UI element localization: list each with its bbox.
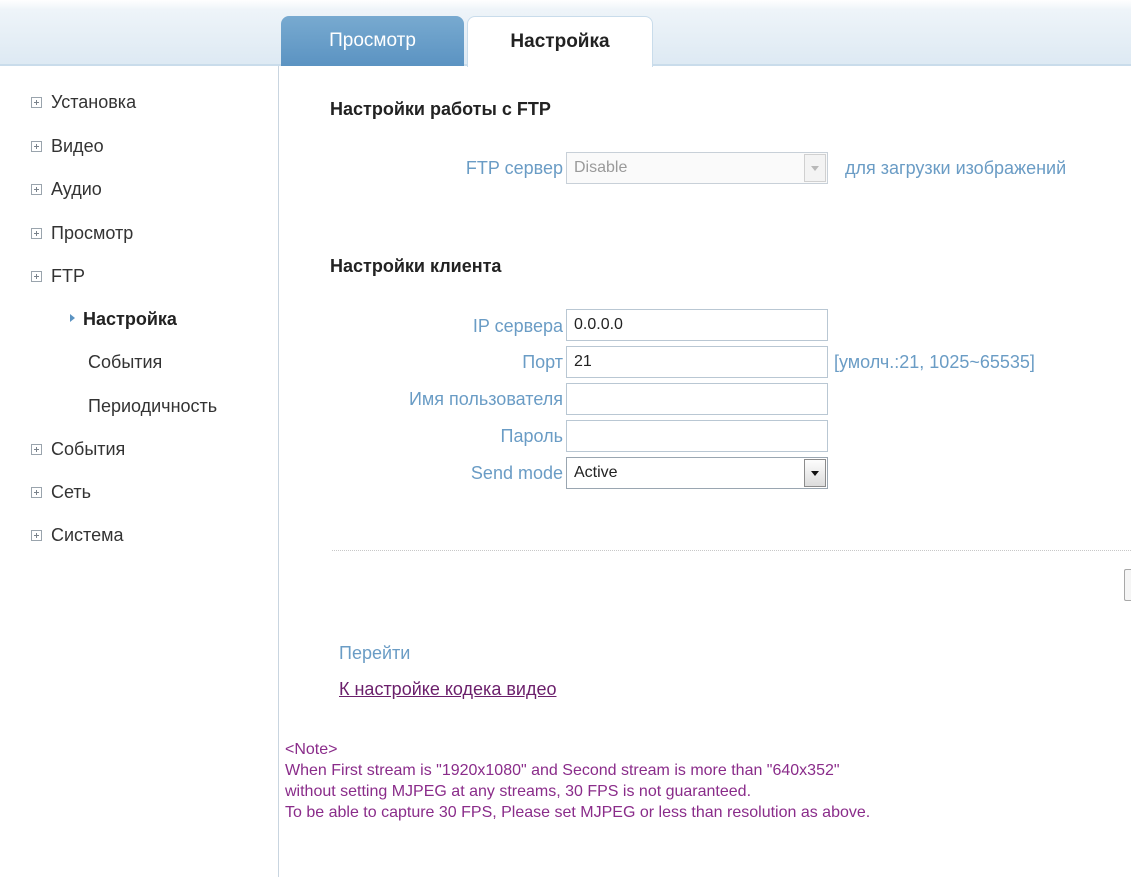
sidebar-subitem-ftp-settings[interactable]: Настройка — [70, 309, 177, 330]
tab-view[interactable]: Просмотр — [281, 16, 464, 66]
expand-icon — [31, 443, 42, 455]
password-label: Пароль — [500, 426, 563, 446]
expand-icon — [31, 270, 42, 282]
password-input[interactable] — [566, 420, 828, 452]
note-line: To be able to capture 30 FPS, Please set… — [285, 804, 871, 821]
expand-icon — [31, 183, 42, 195]
sidebar-item-label: Просмотр — [51, 223, 134, 243]
send-mode-value: Active — [574, 464, 618, 481]
sidebar-subitem-ftp-events[interactable]: События — [88, 352, 162, 373]
note-heading: <Note> — [285, 741, 338, 758]
username-input[interactable] — [566, 383, 828, 415]
sidebar-item-label: События — [51, 439, 126, 459]
expand-icon — [31, 140, 42, 152]
ip-label: IP сервера — [472, 316, 563, 336]
expand-icon — [31, 96, 42, 108]
ip-input[interactable] — [566, 309, 828, 341]
username-label: Имя пользователя — [408, 389, 563, 409]
send-mode-label: Send mode — [470, 463, 563, 483]
section-divider — [332, 550, 1131, 551]
sidebar-item-system[interactable]: Система — [31, 525, 124, 546]
ftp-section-title: Настройки работы с FTP — [330, 99, 551, 119]
port-hint: [умолч.:21, 1025~65535] — [834, 352, 1035, 372]
sidebar-item-label: Аудио — [51, 179, 102, 199]
goto-label: Перейти — [339, 643, 411, 663]
client-section-title: Настройки клиента — [330, 256, 502, 276]
ftp-server-hint: для загрузки изображений — [845, 158, 1067, 178]
sidebar-item-label: Сеть — [51, 482, 92, 502]
ftp-server-value: Disable — [574, 159, 628, 176]
sidebar-item-network[interactable]: Сеть — [31, 482, 91, 503]
apply-button[interactable] — [1124, 569, 1131, 601]
sidebar-item-setup[interactable]: Установка — [31, 92, 136, 113]
video-codec-link[interactable]: К настройке кодека видео — [339, 679, 556, 700]
sidebar-item-label: Система — [51, 525, 124, 545]
expand-icon — [31, 227, 42, 239]
sidebar: Установка Видео Аудио Просмотр FTP Настр… — [0, 66, 279, 877]
sidebar-item-label: Настройка — [83, 309, 177, 329]
ftp-server-label: FTP сервер — [465, 158, 563, 178]
sidebar-item-video[interactable]: Видео — [31, 136, 104, 157]
sidebar-subitem-ftp-periodicity[interactable]: Периодичность — [88, 396, 217, 417]
note-line: without setting MJPEG at any streams, 30… — [285, 783, 752, 800]
active-arrow-icon — [70, 314, 75, 323]
sidebar-item-label: FTP — [51, 266, 85, 286]
sidebar-item-ftp[interactable]: FTP — [31, 266, 85, 287]
note-line: When First stream is "1920x1080" and Sec… — [285, 762, 840, 779]
port-input[interactable] — [566, 346, 828, 378]
sidebar-item-view[interactable]: Просмотр — [31, 223, 133, 244]
chevron-down-icon — [804, 154, 826, 182]
chevron-down-icon — [804, 459, 826, 487]
port-label: Порт — [522, 352, 563, 372]
sidebar-item-audio[interactable]: Аудио — [31, 179, 102, 200]
send-mode-select[interactable]: Active — [566, 457, 828, 489]
sidebar-item-events[interactable]: События — [31, 439, 125, 460]
sidebar-item-label: Видео — [51, 136, 104, 156]
expand-icon — [31, 529, 42, 541]
sidebar-item-label: Установка — [51, 92, 137, 112]
ftp-server-select[interactable]: Disable — [566, 152, 828, 184]
expand-icon — [31, 486, 42, 498]
tab-settings[interactable]: Настройка — [467, 16, 653, 67]
